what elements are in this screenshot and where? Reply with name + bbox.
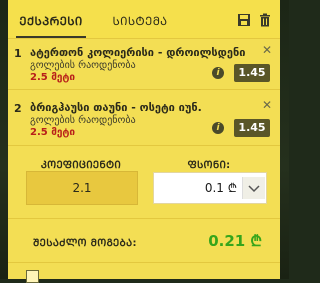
bet-market: გოლების რაოდენობა: [30, 115, 136, 126]
bet-selection: 2.5 მეტი: [30, 72, 76, 83]
betslip-panel: ᲔᲥᲡᲞᲠᲔᲡᲘ ᲡᲘᲡᲢᲔᲛᲐ 1 ატერთონ კოლიერისი - დ…: [8, 0, 280, 283]
bet-title: ბრიგჰაუსი თაუნი - ოსეტი იუნ.: [30, 101, 202, 114]
tab-system[interactable]: ᲡᲘᲡᲢᲔᲛᲐ: [100, 8, 180, 34]
bet-divider: [8, 145, 280, 146]
bet-index: 1: [14, 47, 22, 60]
odds-badge: 1.45: [234, 119, 270, 137]
accept-checkbox[interactable]: [26, 270, 39, 283]
chevron-down-icon[interactable]: [242, 177, 265, 199]
total-label: ᲨᲔᲡᲐᲫᲚᲝ ᲛᲝᲒᲔᲑᲐ:: [33, 238, 137, 249]
trash-icon[interactable]: [258, 13, 272, 27]
odds-badge: 1.45: [234, 64, 270, 82]
info-icon[interactable]: i: [212, 122, 224, 134]
footer-divider: [8, 262, 280, 263]
coef-value: 2.1: [26, 171, 138, 205]
total-value: 0.21 ₾: [208, 232, 262, 250]
save-icon[interactable]: [237, 13, 251, 27]
bet-title: ატერთონ კოლიერისი - დროილსდენი: [30, 46, 246, 59]
coef-label: ᲙᲝᲔᲤᲘᲪᲘᲔᲜᲢᲘ: [40, 160, 122, 171]
header-divider: [8, 38, 280, 39]
betslip-header: ᲔᲥᲡᲞᲠᲔᲡᲘ ᲡᲘᲡᲢᲔᲛᲐ: [8, 0, 280, 38]
bet-market: გოლების რაოდენობა: [30, 60, 136, 71]
bet-index: 2: [14, 102, 22, 115]
close-icon[interactable]: ✕: [262, 43, 272, 57]
close-icon[interactable]: ✕: [262, 98, 272, 112]
stake-label: ᲤᲡᲝᲜᲘ:: [187, 160, 231, 171]
stake-input[interactable]: 0.1 ₾: [153, 172, 267, 204]
bet-selection: 2.5 მეტი: [30, 127, 76, 138]
stake-value[interactable]: 0.1 ₾: [162, 173, 237, 203]
total-divider: [8, 218, 280, 219]
bet-divider: [8, 89, 280, 90]
info-icon[interactable]: i: [212, 67, 224, 79]
tab-single[interactable]: ᲔᲥᲡᲞᲠᲔᲡᲘ: [16, 8, 86, 38]
